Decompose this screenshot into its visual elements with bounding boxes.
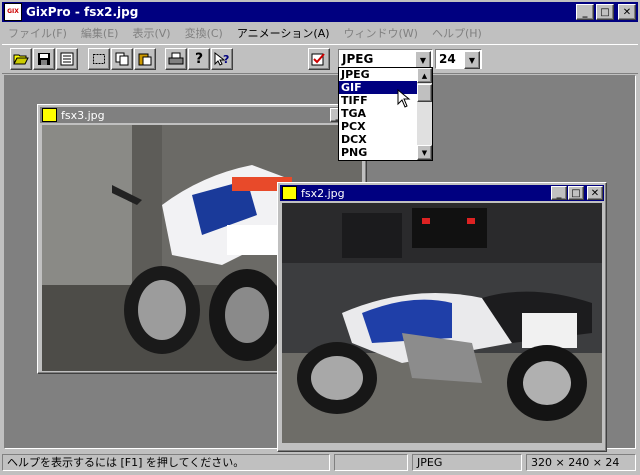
help-icon[interactable]: ?: [188, 48, 210, 70]
format-option-png[interactable]: PNG: [339, 146, 418, 159]
scroll-down-arrow[interactable]: ▼: [417, 145, 432, 160]
menu-window[interactable]: ウィンドウ(W): [344, 25, 418, 41]
format-combo-value: JPEG: [342, 52, 374, 66]
document-icon[interactable]: [56, 48, 78, 70]
depth-combo-value: 24: [439, 52, 456, 66]
app-title: GixPro - fsx2.jpg: [26, 5, 139, 19]
format-option-dcx[interactable]: DCX: [339, 133, 418, 146]
maximize-button[interactable]: □: [568, 186, 584, 200]
mouse-cursor-icon: [397, 88, 413, 109]
window-title: fsx2.jpg: [301, 186, 345, 200]
select-rect-icon[interactable]: [88, 48, 110, 70]
menu-edit[interactable]: 編集(E): [81, 25, 119, 41]
menu-view[interactable]: 表示(V): [132, 25, 170, 41]
toolbar: ? ? JPEG ▼ 24 ▼: [2, 44, 638, 74]
paste-icon[interactable]: [134, 48, 156, 70]
maximize-button[interactable]: □: [596, 4, 614, 20]
copy-icon[interactable]: [111, 48, 133, 70]
status-bar: ヘルプを表示するには [F1] を押してください。 JPEG 320 × 240…: [2, 452, 638, 473]
minimize-button[interactable]: _: [551, 186, 567, 200]
dropdown-scrollbar[interactable]: ▲ ▼: [417, 68, 432, 160]
status-help-text: ヘルプを表示するには [F1] を押してください。: [2, 454, 330, 471]
window-title: fsx3.jpg: [61, 108, 105, 122]
menu-file[interactable]: ファイル(F): [8, 25, 67, 41]
app-icon[interactable]: GIX: [4, 3, 22, 21]
status-empty-pane: [334, 454, 408, 471]
window-title-bar[interactable]: fsx3.jpg _ □: [40, 107, 364, 123]
image-icon: [282, 186, 297, 200]
image-window-fsx2[interactable]: fsx2.jpg _ □ ✕: [277, 182, 607, 452]
format-dropdown-list[interactable]: JPEG GIF TIFF TGA PCX DCX PNG ▲ ▼: [338, 67, 433, 161]
scroll-thumb[interactable]: [417, 84, 432, 102]
status-format: JPEG: [412, 454, 522, 471]
menu-convert[interactable]: 変換(C): [185, 25, 223, 41]
format-option-jpeg[interactable]: JPEG: [339, 68, 418, 81]
convert-icon[interactable]: [308, 48, 330, 70]
context-help-icon[interactable]: ?: [211, 48, 233, 70]
close-button[interactable]: ✕: [618, 4, 636, 20]
minimize-button[interactable]: _: [576, 4, 594, 20]
image-icon: [42, 108, 57, 122]
svg-text:?: ?: [223, 53, 229, 66]
menu-bar: ファイル(F) 編集(E) 表示(V) 変換(C) アニメーション(A) ウィン…: [4, 24, 636, 42]
format-combo[interactable]: JPEG ▼: [338, 49, 433, 69]
print-icon[interactable]: [165, 48, 187, 70]
save-icon[interactable]: [33, 48, 55, 70]
status-dimensions: 320 × 240 × 24: [526, 454, 636, 471]
image-canvas[interactable]: [282, 203, 602, 443]
format-option-pcx[interactable]: PCX: [339, 120, 418, 133]
menu-help[interactable]: ヘルプ(H): [432, 25, 482, 41]
depth-dropdown-arrow[interactable]: ▼: [464, 51, 480, 69]
open-folder-icon[interactable]: [10, 48, 32, 70]
window-title-bar[interactable]: fsx2.jpg _ □ ✕: [280, 185, 604, 201]
app-title-bar[interactable]: GIX GixPro - fsx2.jpg _ □ ✕: [2, 2, 638, 22]
close-button[interactable]: ✕: [587, 186, 603, 200]
depth-combo[interactable]: 24 ▼: [435, 49, 482, 69]
scroll-up-arrow[interactable]: ▲: [417, 68, 432, 83]
menu-animation[interactable]: アニメーション(A): [237, 25, 330, 41]
